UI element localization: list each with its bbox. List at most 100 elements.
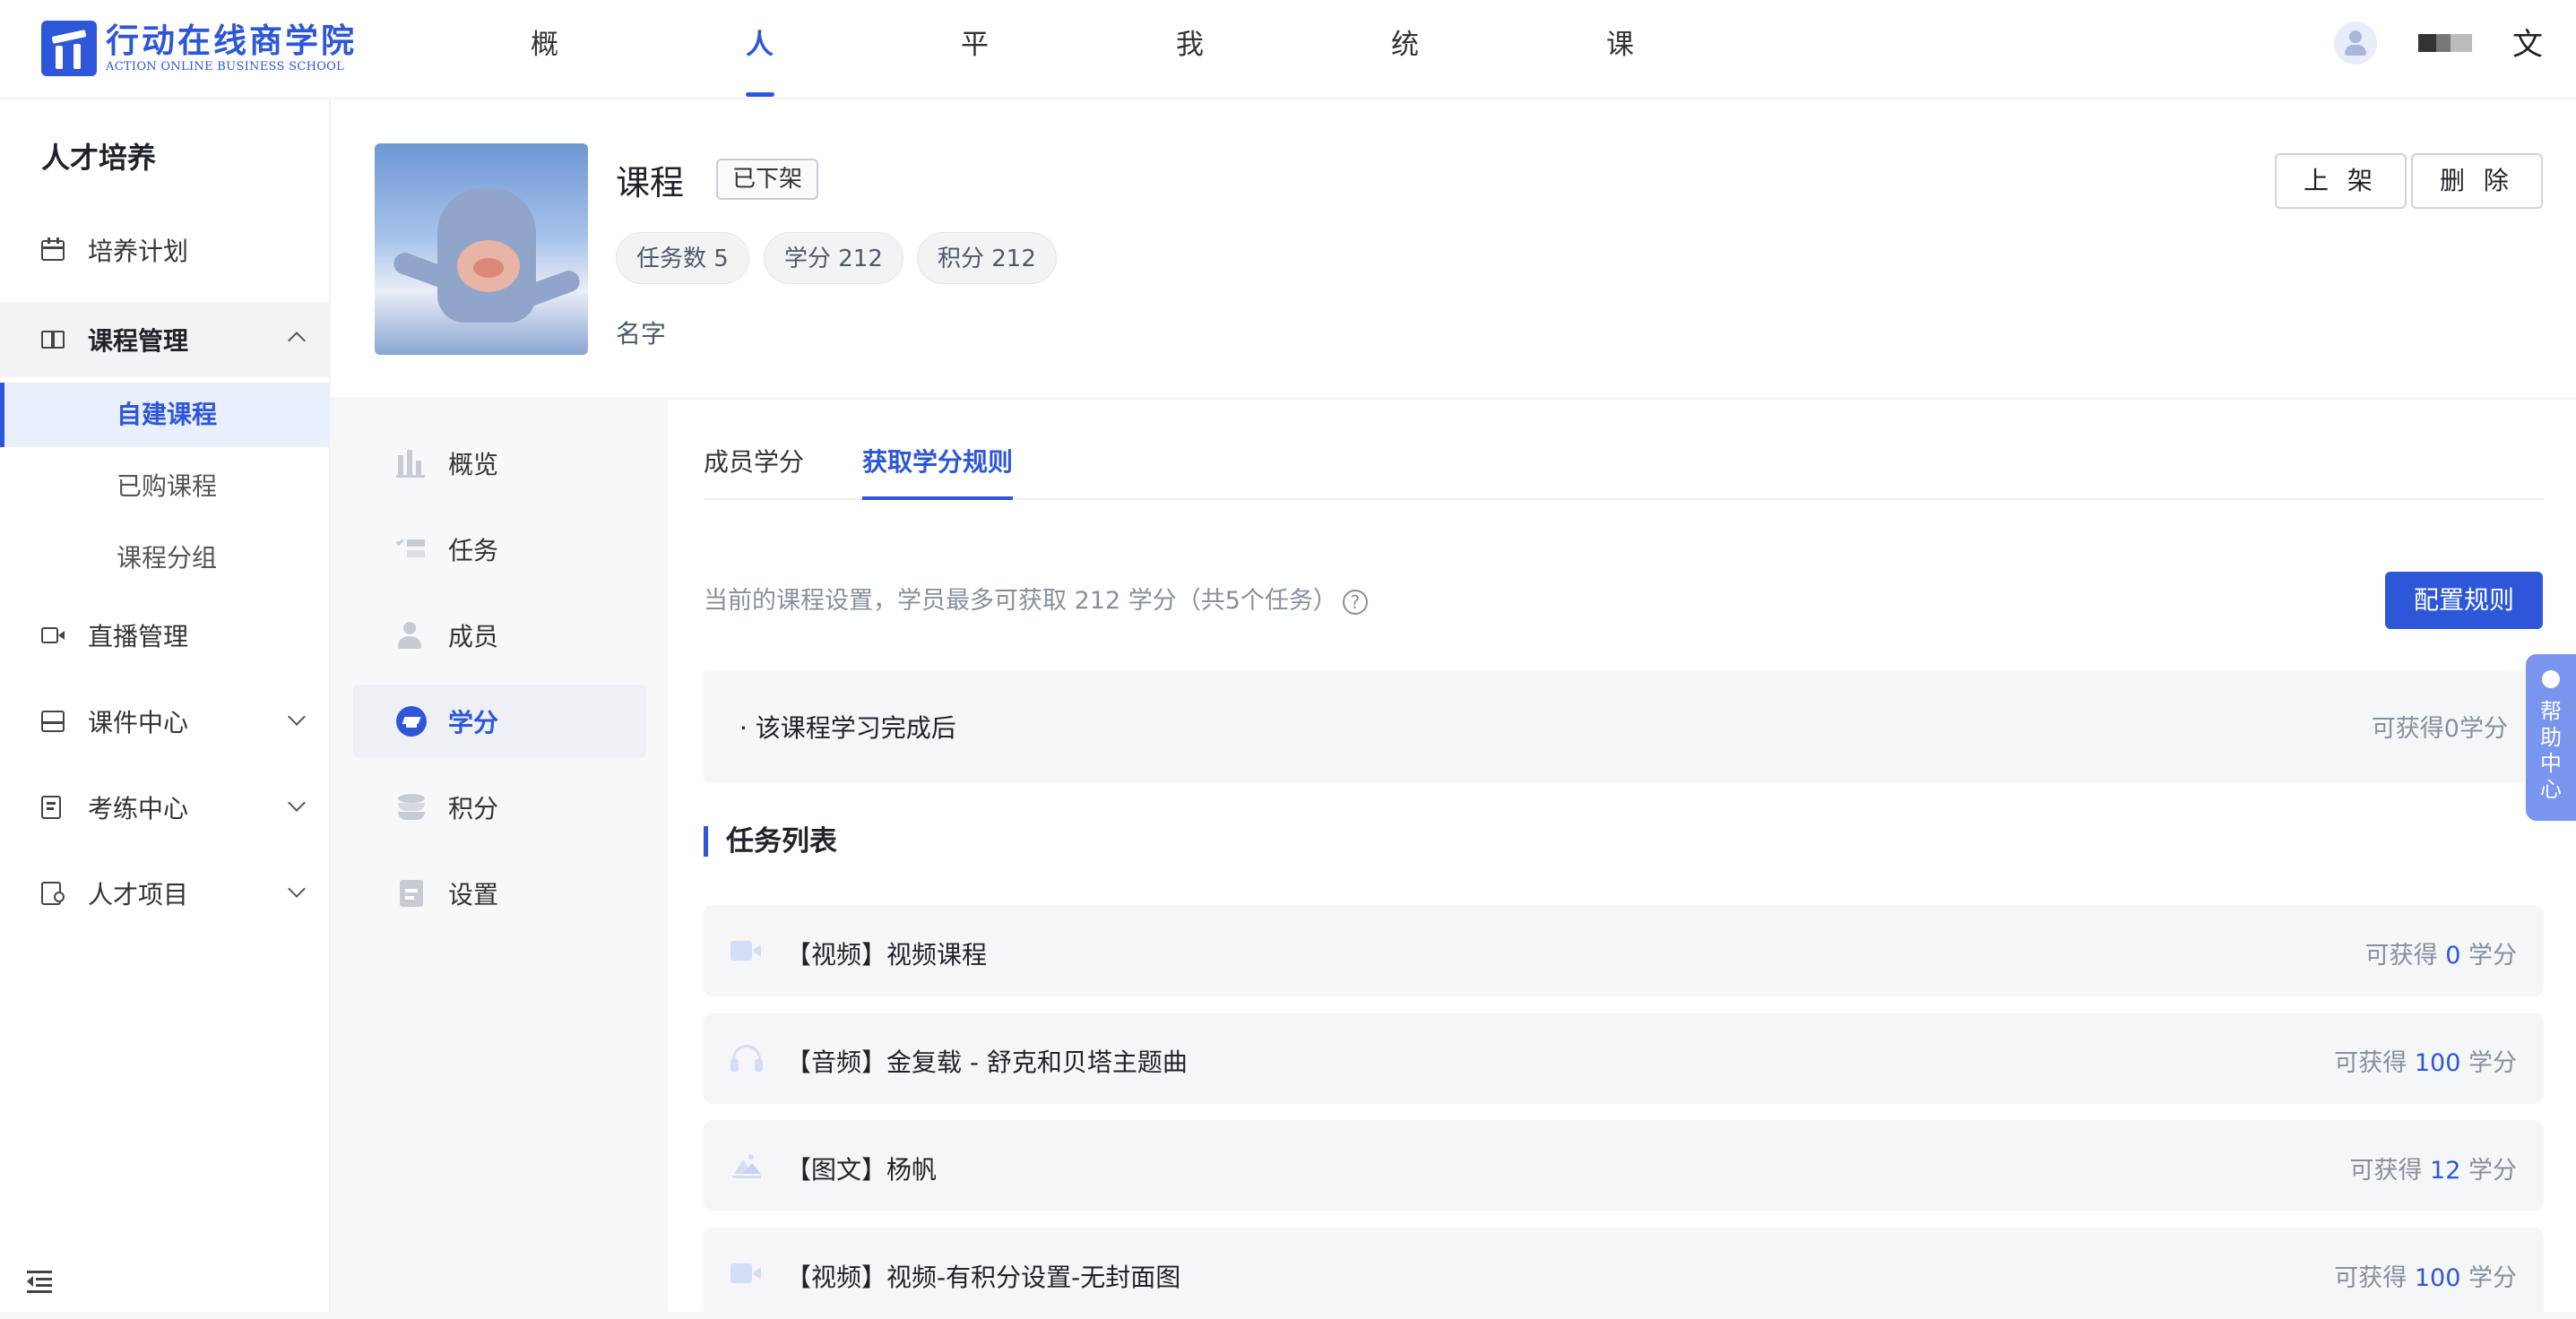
sidebar-item-label: 课件中心 — [88, 708, 189, 737]
brand-name-cn: 行动在线商学院 — [106, 22, 357, 60]
completion-rule-text: · 该课程学习完成后 — [739, 713, 956, 743]
settings-icon — [396, 878, 427, 909]
headphones-icon — [730, 1043, 765, 1073]
calendar-icon — [41, 237, 66, 263]
sidebar-sub-course-groups[interactable]: 课程分组 — [0, 526, 330, 591]
help-center-label: 帮助中心 — [2540, 699, 2562, 802]
task-credit-value: 100 — [2414, 1264, 2461, 1292]
translate-icon[interactable]: 文 — [2510, 27, 2546, 63]
course-header: 课程 已下架 任务数 5 学分 212 积分 212 名字 上 架 删 除 — [331, 99, 2576, 399]
members-icon — [396, 620, 427, 651]
sidebar-sub-self-built-courses[interactable]: 自建课程 — [0, 383, 330, 447]
task-credit: 可获得 100 学分 — [2334, 1049, 2517, 1077]
graduation-cap-icon — [396, 706, 427, 737]
course-title: 课程 — [616, 163, 685, 203]
task-credit-value: 0 — [2445, 942, 2461, 970]
tab-credit-rules[interactable]: 获取学分规则 — [862, 435, 1014, 500]
image-icon — [730, 1151, 765, 1181]
configure-rules-button[interactable]: 配置规则 — [2385, 572, 2543, 629]
logo-icon — [41, 21, 97, 76]
course-detail-nav: 概览 任务 成员 学分 积分 设置 — [331, 400, 667, 1312]
nav-overview[interactable]: 概况总览 — [531, 0, 558, 330]
task-credit-value: 100 — [2414, 1049, 2461, 1077]
inner-nav-label: 任务 — [448, 536, 499, 565]
sidebar-item-label: 人才项目 — [88, 880, 189, 910]
bar-chart-icon — [396, 448, 427, 478]
sidebar-item-live-management[interactable]: 直播管理 — [0, 598, 330, 673]
task-name: 【图文】杨帆 — [786, 1155, 938, 1185]
help-center-button[interactable]: 帮助中心 — [2526, 654, 2576, 821]
completion-rule-credit: 可获得0学分 — [2371, 715, 2508, 743]
inner-nav-label: 积分 — [448, 794, 499, 823]
inner-nav-label: 概览 — [448, 450, 499, 479]
sidebar-title: 人才培养 — [41, 141, 157, 175]
video-icon — [730, 1258, 765, 1289]
sidebar-item-courseware-center[interactable]: 课件中心 — [0, 684, 330, 759]
credit-summary-text: 当前的课程设置，学员最多可获取 212 学分（共5个任务） — [704, 587, 1337, 615]
inner-nav-members[interactable]: 成员 — [353, 599, 646, 672]
credit-summary: 当前的课程设置，学员最多可获取 212 学分（共5个任务）? — [704, 581, 1368, 616]
inner-nav-overview[interactable]: 概览 — [353, 427, 646, 500]
publish-button[interactable]: 上 架 — [2275, 153, 2407, 209]
sidebar-item-exam-center[interactable]: 考练中心 — [0, 770, 330, 845]
inner-nav-credits[interactable]: 学分 — [353, 685, 646, 758]
nav-platform-operation[interactable]: 平台运营 — [961, 0, 989, 330]
task-credit: 可获得 0 学分 — [2364, 942, 2517, 970]
inner-nav-label: 学分 — [448, 708, 499, 737]
lightbulb-icon — [2542, 670, 2560, 688]
sidebar-item-label: 培养计划 — [88, 237, 189, 266]
status-badge: 已下架 — [716, 159, 819, 200]
video-icon — [730, 935, 765, 966]
inner-nav-label: 成员 — [448, 622, 499, 651]
task-credit-value: 12 — [2430, 1157, 2461, 1185]
nav-statistics[interactable]: 统计中心 — [1391, 0, 1419, 330]
task-row: 【音频】金复载 - 舒克和贝塔主题曲 可获得 100 学分 — [704, 1013, 2544, 1104]
chevron-down-icon — [288, 880, 306, 898]
inner-nav-settings[interactable]: 设置 — [353, 857, 646, 930]
talent-icon — [41, 881, 66, 906]
completion-rule-row: · 该课程学习完成后 可获得0学分 — [704, 671, 2544, 782]
video-camera-icon — [41, 623, 66, 648]
course-cover-image — [375, 143, 588, 355]
task-name: 【视频】视频-有积分设置-无封面图 — [786, 1263, 1181, 1292]
sidebar-item-talent-project[interactable]: 人才项目 — [0, 856, 330, 931]
collapse-sidebar-icon[interactable] — [27, 1271, 52, 1293]
sidebar-item-label: 直播管理 — [88, 622, 189, 651]
brand-logo[interactable]: 行动在线商学院 ACTION ONLINE BUSINESS SCHOOL — [41, 20, 357, 77]
inner-nav-points[interactable]: 积分 — [353, 771, 646, 844]
inner-nav-label: 设置 — [448, 880, 499, 910]
question-circle-icon[interactable]: ? — [1342, 589, 1368, 615]
user-avatar[interactable] — [2334, 22, 2377, 65]
credits-panel: 成员学分 获取学分规则 当前的课程设置，学员最多可获取 212 学分（共5个任务… — [668, 400, 2576, 1319]
task-row: 【图文】杨帆 可获得 12 学分 — [704, 1120, 2544, 1211]
tab-bar: 成员学分 获取学分规则 — [704, 435, 2544, 500]
coins-icon — [396, 792, 427, 823]
exam-icon — [41, 795, 66, 820]
course-name-label: 名字 — [616, 319, 667, 349]
nav-my-enterprise[interactable]: 我的企业 — [1176, 0, 1204, 330]
sidebar-sub-purchased-courses[interactable]: 已购课程 — [0, 454, 330, 519]
brand-name-en: ACTION ONLINE BUSINESS SCHOOL — [106, 60, 345, 73]
points-tag: 积分 212 — [917, 232, 1057, 284]
nav-talent-training[interactable]: 人才培养 — [745, 0, 774, 330]
inner-nav-tasks[interactable]: 任务 — [353, 513, 646, 586]
delete-button[interactable]: 删 除 — [2411, 153, 2543, 209]
task-name: 【视频】视频课程 — [786, 940, 988, 970]
tab-member-credits[interactable]: 成员学分 — [704, 435, 804, 500]
task-row: 【视频】视频-有积分设置-无封面图 可获得 100 学分 — [704, 1228, 2544, 1319]
task-name: 【音频】金复载 - 舒克和贝塔主题曲 — [786, 1047, 1188, 1077]
sidebar-item-course-management[interactable]: 课程管理 — [0, 302, 330, 377]
task-list-icon — [395, 534, 427, 565]
nav-course-mall[interactable]: 课程商城 — [1606, 0, 1634, 330]
sidebar: 人才培养 培养计划 课程管理 自建课程 已购课程 课程分组 直播管理 课件中心 … — [0, 99, 330, 1312]
username-redacted[interactable] — [2418, 34, 2472, 52]
top-navbar: 行动在线商学院 ACTION ONLINE BUSINESS SCHOOL 概况… — [0, 0, 2576, 330]
task-credit: 可获得 100 学分 — [2334, 1264, 2517, 1292]
sidebar-item-training-plan[interactable]: 培养计划 — [0, 212, 330, 288]
task-row: 【视频】视频课程 可获得 0 学分 — [704, 905, 2544, 996]
book-icon — [41, 327, 66, 352]
sidebar-item-label: 考练中心 — [88, 794, 189, 823]
inbox-icon — [41, 709, 66, 734]
chevron-up-icon — [288, 332, 306, 349]
task-credit: 可获得 12 学分 — [2349, 1157, 2517, 1185]
